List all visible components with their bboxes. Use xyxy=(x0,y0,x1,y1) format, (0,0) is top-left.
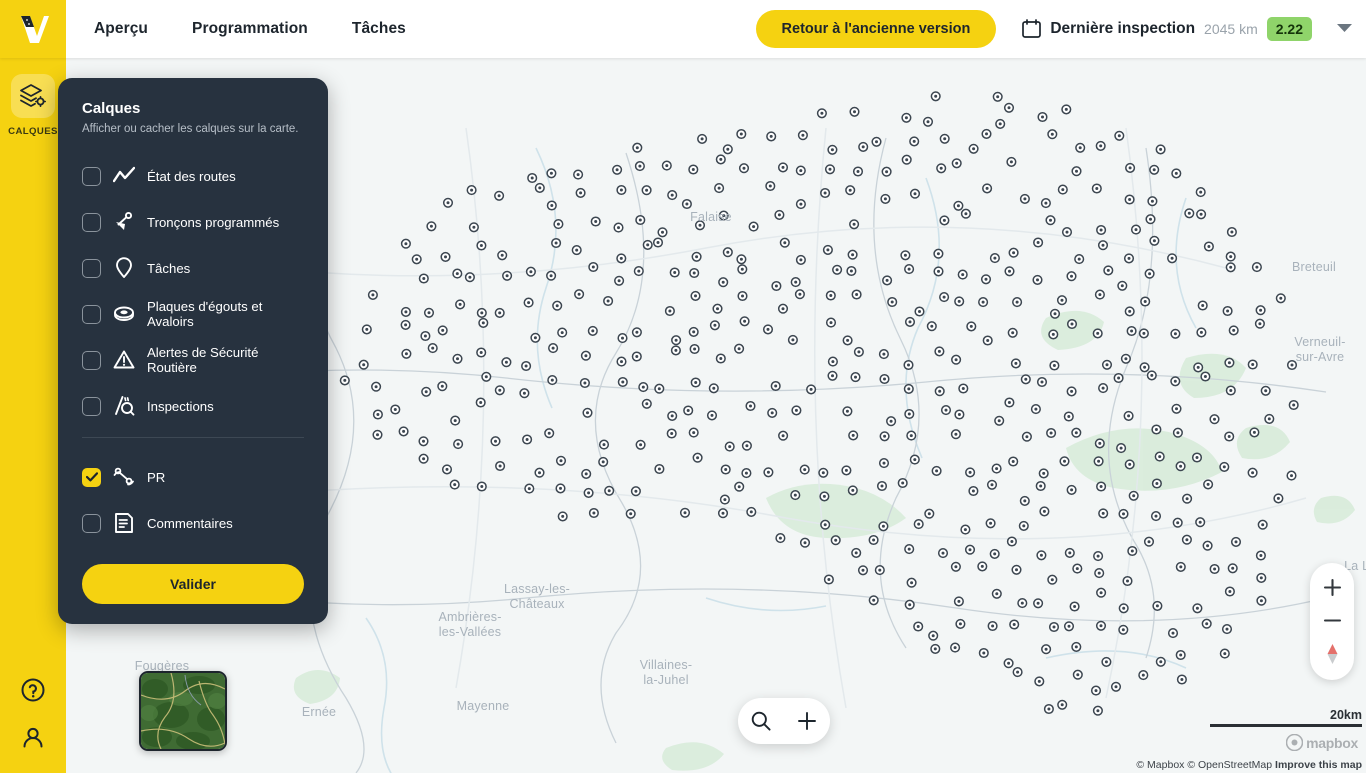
sidebar-item-calques-label: CALQUES xyxy=(8,126,58,137)
map-scale: 20km xyxy=(1202,708,1362,727)
compass-icon[interactable] xyxy=(1310,637,1354,670)
map-attribution: © Mapbox © OpenStreetMap Improve this ma… xyxy=(1136,759,1362,771)
layer-label: Inspections xyxy=(147,399,214,414)
zoom-out-icon[interactable] xyxy=(1310,604,1354,637)
layer-checkbox[interactable] xyxy=(82,305,101,324)
map-scale-bar xyxy=(1210,724,1362,727)
layer-label: Plaques d'égouts et Avaloirs xyxy=(147,299,304,329)
layer-checkbox[interactable] xyxy=(82,468,101,487)
map-scale-label: 20km xyxy=(1202,708,1362,722)
map-zoom-controls xyxy=(1310,563,1354,680)
layer-checkbox[interactable] xyxy=(82,514,101,533)
mapbox-mark-icon xyxy=(1286,734,1303,751)
mapbox-logo[interactable]: mapbox xyxy=(1286,734,1358,751)
layer-row-pr[interactable]: PR xyxy=(82,454,304,500)
layers-panel-divider xyxy=(82,437,304,438)
layer-group-secondary: PR Commentaires xyxy=(82,454,304,546)
pr-nodes-icon xyxy=(113,466,135,488)
nav-item-apercu[interactable]: Aperçu xyxy=(94,20,148,38)
mapbox-wordmark: mapbox xyxy=(1306,735,1358,751)
last-inspection-group[interactable]: Dernière inspection 2045 km 2.22 xyxy=(1022,17,1352,41)
layer-label: Tronçons programmés xyxy=(147,215,279,230)
improve-map-link[interactable]: Improve this map xyxy=(1275,759,1362,771)
inspection-score-badge: 2.22 xyxy=(1267,17,1312,41)
satellite-basemap-thumbnail[interactable] xyxy=(139,671,227,751)
legacy-version-button[interactable]: Retour à l'ancienne version xyxy=(756,10,997,48)
layer-label: Commentaires xyxy=(147,516,233,531)
plus-icon[interactable] xyxy=(796,710,818,732)
chevron-down-icon[interactable] xyxy=(1337,20,1352,38)
last-inspection-label: Dernière inspection xyxy=(1050,20,1195,38)
layers-settings-icon xyxy=(11,74,55,118)
app-header: Aperçu Programmation Tâches Retour à l'a… xyxy=(0,0,1366,58)
vialytics-logo-icon xyxy=(16,14,50,44)
layer-row-tat-des-routes[interactable]: État des routes xyxy=(82,153,304,199)
layer-label: Tâches xyxy=(147,261,190,276)
warning-triangle-icon xyxy=(113,349,135,371)
satellite-thumb-image xyxy=(141,673,225,749)
comment-document-icon xyxy=(113,512,135,534)
attribution-text: © Mapbox © OpenStreetMap xyxy=(1136,759,1272,771)
map-tools-pill xyxy=(738,698,830,744)
search-icon[interactable] xyxy=(750,710,772,732)
zoom-in-icon[interactable] xyxy=(1310,571,1354,604)
layer-group-primary: État des routes Tronçons programmés Tâches… xyxy=(82,153,304,429)
layer-row-commentaires[interactable]: Commentaires xyxy=(82,500,304,546)
layer-label: État des routes xyxy=(147,169,236,184)
inspection-distance: 2045 km xyxy=(1204,21,1258,37)
layer-label: PR xyxy=(147,470,165,485)
help-circle-icon[interactable] xyxy=(20,677,46,703)
layer-checkbox[interactable] xyxy=(82,259,101,278)
layer-row-tron-ons-programm-s[interactable]: Tronçons programmés xyxy=(82,199,304,245)
nav-item-taches[interactable]: Tâches xyxy=(352,20,406,38)
nav-item-programmation[interactable]: Programmation xyxy=(192,20,308,38)
validate-button[interactable]: Valider xyxy=(82,564,304,604)
header-right-group: Retour à l'ancienne version Dernière ins… xyxy=(756,10,1366,48)
layers-panel: Calques Afficher ou cacher les calques s… xyxy=(58,78,328,624)
layer-checkbox[interactable] xyxy=(82,213,101,232)
calendar-icon xyxy=(1022,19,1041,39)
left-sidebar: CALQUES xyxy=(0,58,66,773)
road-condition-icon xyxy=(113,165,135,187)
layer-row-plaques-d-gouts-et-avaloirs[interactable]: Plaques d'égouts et Avaloirs xyxy=(82,291,304,337)
manhole-icon xyxy=(113,303,135,325)
layer-checkbox[interactable] xyxy=(82,397,101,416)
layer-checkbox[interactable] xyxy=(82,351,101,370)
main-nav: Aperçu Programmation Tâches xyxy=(94,20,406,38)
map-pin-icon xyxy=(113,257,135,279)
layer-row-inspections[interactable]: Inspections xyxy=(82,383,304,429)
app-logo[interactable] xyxy=(0,0,66,58)
inspection-magnifier-icon xyxy=(113,395,135,417)
layer-checkbox[interactable] xyxy=(82,167,101,186)
sidebar-bottom-group xyxy=(20,677,46,773)
planned-sections-icon xyxy=(113,211,135,233)
layer-label: Alertes de Sécurité Routière xyxy=(147,345,304,375)
layers-panel-title: Calques xyxy=(82,100,304,117)
user-icon[interactable] xyxy=(20,725,46,751)
sidebar-item-calques[interactable]: CALQUES xyxy=(8,74,58,137)
layer-row-t-ches[interactable]: Tâches xyxy=(82,245,304,291)
layer-row-alertes-de-s-curit-routi-re[interactable]: Alertes de Sécurité Routière xyxy=(82,337,304,383)
layers-panel-subtitle: Afficher ou cacher les calques sur la ca… xyxy=(82,122,304,137)
